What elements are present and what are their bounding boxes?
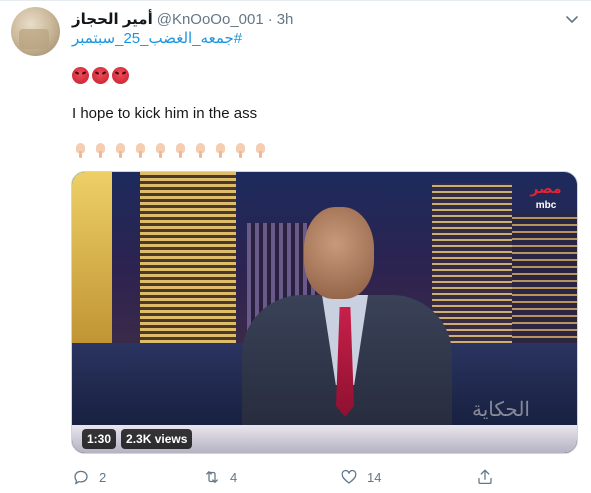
timestamp[interactable]: 3h — [277, 11, 294, 28]
channel-logo-brand: mbc — [535, 200, 557, 211]
reply-button[interactable]: 2 — [72, 467, 106, 487]
pointing-down-icon — [192, 142, 208, 158]
like-icon — [341, 469, 357, 484]
pointing-down-icon — [212, 142, 228, 158]
separator-dot: · — [267, 10, 273, 28]
tweet-header: أمير الحجاز @KnOoOo_001 · 3h — [72, 9, 293, 29]
reply-count: 2 — [99, 469, 107, 485]
presenter-head — [304, 207, 374, 299]
angry-face-icon — [112, 67, 129, 84]
reply-icon — [74, 470, 88, 485]
like-button[interactable]: 14 — [340, 467, 381, 487]
display-name[interactable]: أمير الحجاز — [72, 10, 153, 28]
video-badges: 1:30 2.3K views — [82, 429, 193, 449]
hashtag-link[interactable]: #جمعه_الغضب_25_سبتمبر — [72, 29, 242, 47]
angry-face-icon — [72, 67, 89, 84]
angry-face-icon — [92, 67, 109, 84]
pointing-emoji-row — [72, 142, 268, 158]
pointing-down-icon — [172, 142, 188, 158]
video-player[interactable]: مصر mbc الحكاية 1:30 2.3K views — [71, 171, 578, 454]
tweet-card[interactable]: أمير الحجاز @KnOoOo_001 · 3h #جمعه_الغضب… — [0, 0, 591, 493]
channel-logo-arabic: مصر — [530, 180, 562, 196]
angry-emoji-row — [72, 67, 129, 84]
video-views: 2.3K views — [121, 429, 193, 449]
pointing-down-icon — [112, 142, 128, 158]
pointing-down-icon — [152, 142, 168, 158]
presenter-figure — [242, 207, 452, 453]
user-handle[interactable]: @KnOoOo_001 — [157, 11, 264, 28]
avatar[interactable] — [11, 7, 60, 56]
like-count: 14 — [367, 469, 382, 485]
chevron-down-icon[interactable] — [564, 11, 580, 27]
pointing-down-icon — [232, 142, 248, 158]
video-duration: 1:30 — [82, 429, 117, 449]
channel-logo: مصر mbc — [526, 180, 566, 216]
pointing-down-icon — [92, 142, 108, 158]
retweet-count: 4 — [230, 469, 238, 485]
retweet-button[interactable]: 4 — [203, 467, 237, 487]
share-icon — [478, 469, 492, 485]
tweet-text: I hope to kick him in the ass — [72, 105, 258, 122]
pointing-down-icon — [72, 142, 88, 158]
pointing-down-icon — [252, 142, 268, 158]
tweet-actions: 2 4 14 — [72, 467, 522, 487]
show-watermark: الحكاية — [472, 397, 530, 421]
retweet-icon — [206, 471, 218, 483]
share-button[interactable] — [476, 467, 494, 487]
pointing-down-icon — [132, 142, 148, 158]
